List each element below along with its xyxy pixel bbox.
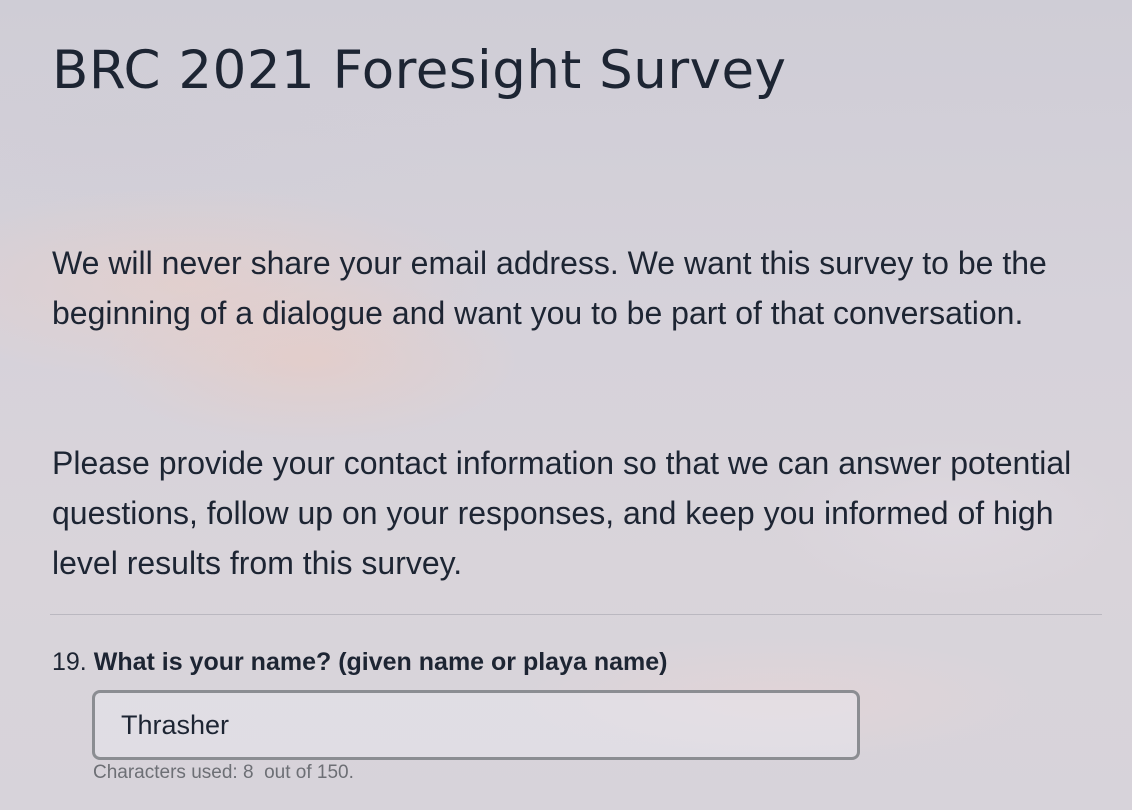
question-label: 19. What is your name? (given name or pl… [52,648,667,677]
page-title: BRC 2021 Foresight Survey [52,40,787,101]
question-text: What is your name? (given name or playa … [93,648,668,676]
question-number: 19. [52,648,87,676]
name-input[interactable] [92,690,860,760]
counter-prefix: Characters used: [93,762,243,783]
section-divider [50,614,1102,615]
counter-used: 8 [242,762,254,783]
character-counter: Characters used: 8 out of 150. [93,762,354,784]
counter-suffix: out of 150. [253,762,354,783]
intro-paragraph-contact: Please provide your contact information … [52,445,1072,581]
intro-paragraph-privacy: We will never share your email address. … [52,245,1047,331]
